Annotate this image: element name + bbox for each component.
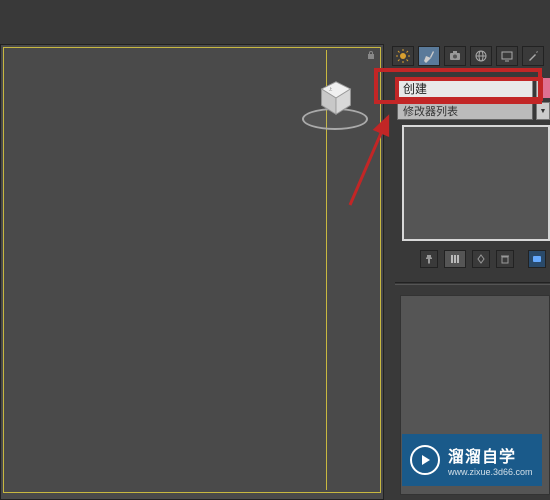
viewcube[interactable]: 上 [302,68,368,138]
top-toolbar [388,44,550,68]
watermark-title: 溜溜自学 [448,443,533,467]
monitor-icon[interactable] [496,46,518,66]
wand-icon[interactable] [522,46,544,66]
watermark-url: www.zixue.3d66.com [448,467,533,477]
svg-text:上: 上 [329,86,333,91]
make-unique-button[interactable] [472,250,490,268]
modifier-stack-list[interactable] [402,125,550,241]
configure-button[interactable] [528,250,546,268]
lock-icon [366,50,376,63]
play-icon [410,445,440,475]
remove-modifier-button[interactable] [496,250,514,268]
modifier-list-label: 修改器列表 [403,103,458,119]
pink-button[interactable] [543,78,550,98]
modifier-list-dropdown[interactable]: 修改器列表 [397,102,533,120]
dropdown-arrow-2-icon[interactable]: ▼ [536,102,550,120]
stack-toolbar [420,250,546,268]
create-dropdown[interactable]: 创建 [397,78,533,98]
pin-stack-button[interactable] [420,250,438,268]
camera-icon[interactable] [444,46,466,66]
sun-icon[interactable] [392,46,414,66]
globe-icon[interactable] [470,46,492,66]
watermark: 溜溜自学 www.zixue.3d66.com [402,434,542,486]
viewcube-cube[interactable]: 上 [318,80,354,116]
create-dropdown-label: 创建 [403,80,427,97]
brush-icon[interactable] [418,46,440,66]
panel-divider [395,282,550,285]
show-end-result-button[interactable] [444,250,466,268]
